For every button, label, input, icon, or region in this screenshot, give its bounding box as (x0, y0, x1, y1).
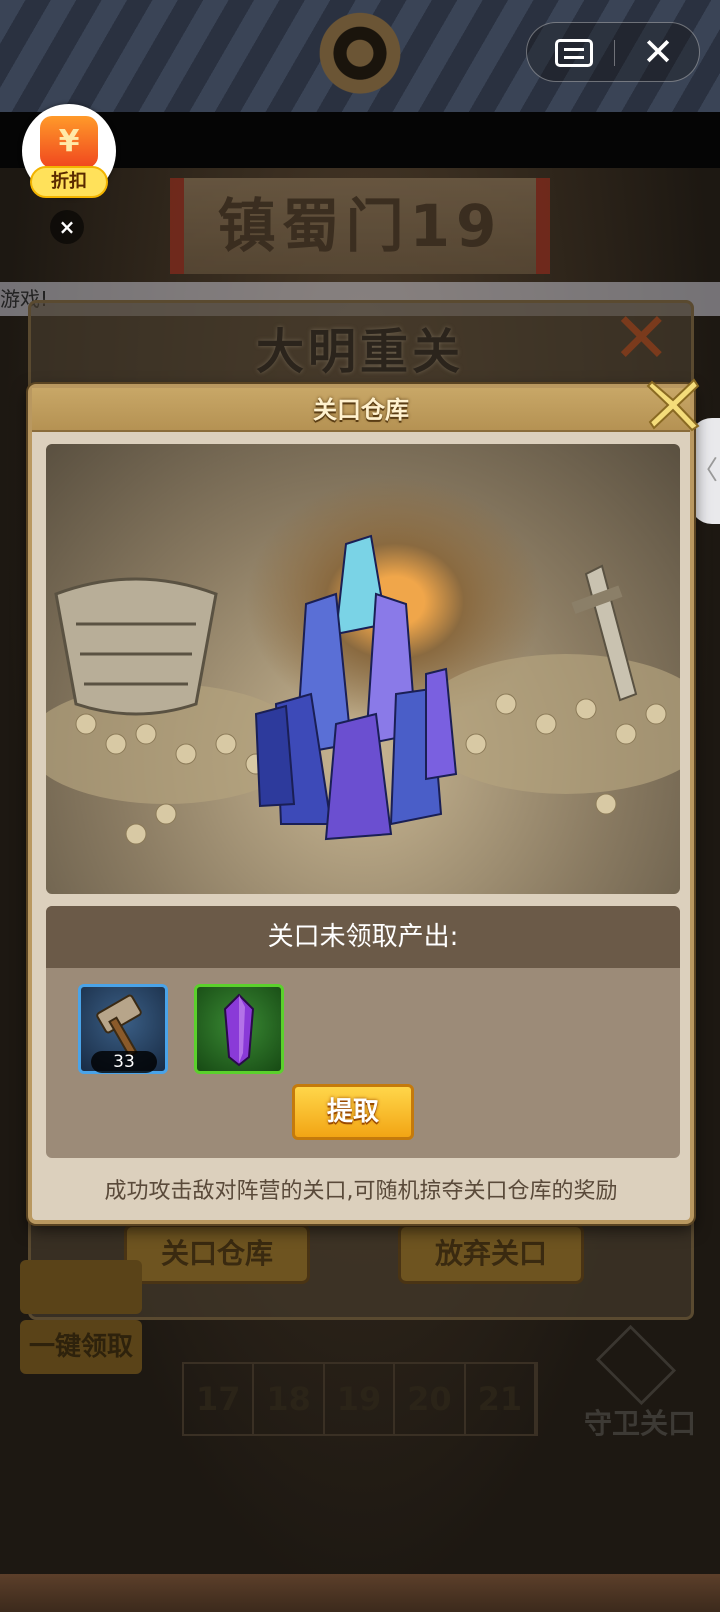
background-side-button (20, 1260, 142, 1314)
stage-banner: 镇蜀门19 (170, 178, 550, 274)
item-count: 33 (91, 1051, 157, 1073)
discount-label: 折扣 (30, 166, 108, 198)
stage-banner-text: 镇蜀门19 (217, 192, 503, 260)
treasure-illustration (46, 534, 680, 845)
purple-crystal-icon (223, 993, 255, 1067)
background-close-icon: ✕ (612, 297, 671, 379)
reward-item-hammer[interactable]: 33 (78, 984, 168, 1074)
warehouse-dialog: 关口仓库 关口未领取产出: 33 提取 成功攻击敌对阵营的关口,可随机掠夺关口仓… (28, 378, 700, 1224)
mini-program-capsule: ✕ (526, 22, 700, 82)
reward-item-crystal[interactable] (194, 984, 284, 1074)
output-panel: 关口未领取产出: 33 提取 (46, 906, 680, 1158)
discount-close-button[interactable]: × (50, 210, 84, 244)
roof-ornament-icon (310, 10, 410, 106)
level-cell: 21 (466, 1364, 537, 1434)
level-cell: 20 (395, 1364, 466, 1434)
claim-button[interactable]: 提取 (292, 1084, 414, 1140)
level-cell: 18 (254, 1364, 325, 1434)
background-claim-all-button: 一键领取 (20, 1320, 142, 1374)
level-cell: 19 (325, 1364, 396, 1434)
treasure-scene (46, 444, 680, 894)
background-warehouse-button: 关口仓库 (124, 1224, 310, 1284)
dialog-close-button[interactable] (642, 374, 704, 436)
yuan-coin-icon: ¥ (40, 116, 98, 168)
hint-text: 成功攻击敌对阵营的关口,可随机掠夺关口仓库的奖励 (104, 1179, 618, 1204)
bottom-strip (0, 1574, 720, 1612)
dialog-close-icon (646, 378, 700, 432)
ticket-menu-icon[interactable] (555, 39, 593, 67)
close-icon[interactable]: ✕ (637, 31, 679, 73)
level-cell: 17 (184, 1364, 255, 1434)
capsule-divider (614, 40, 615, 66)
output-header: 关口未领取产出: (46, 906, 680, 968)
dialog-title: 关口仓库 (313, 396, 409, 424)
guard-label: 守卫关口 (584, 1407, 697, 1440)
discount-badge[interactable]: ¥ 折扣 (22, 104, 116, 198)
background-level-row: 17 18 19 20 21 (182, 1362, 538, 1436)
background-abandon-button: 放弃关口 (398, 1224, 584, 1284)
